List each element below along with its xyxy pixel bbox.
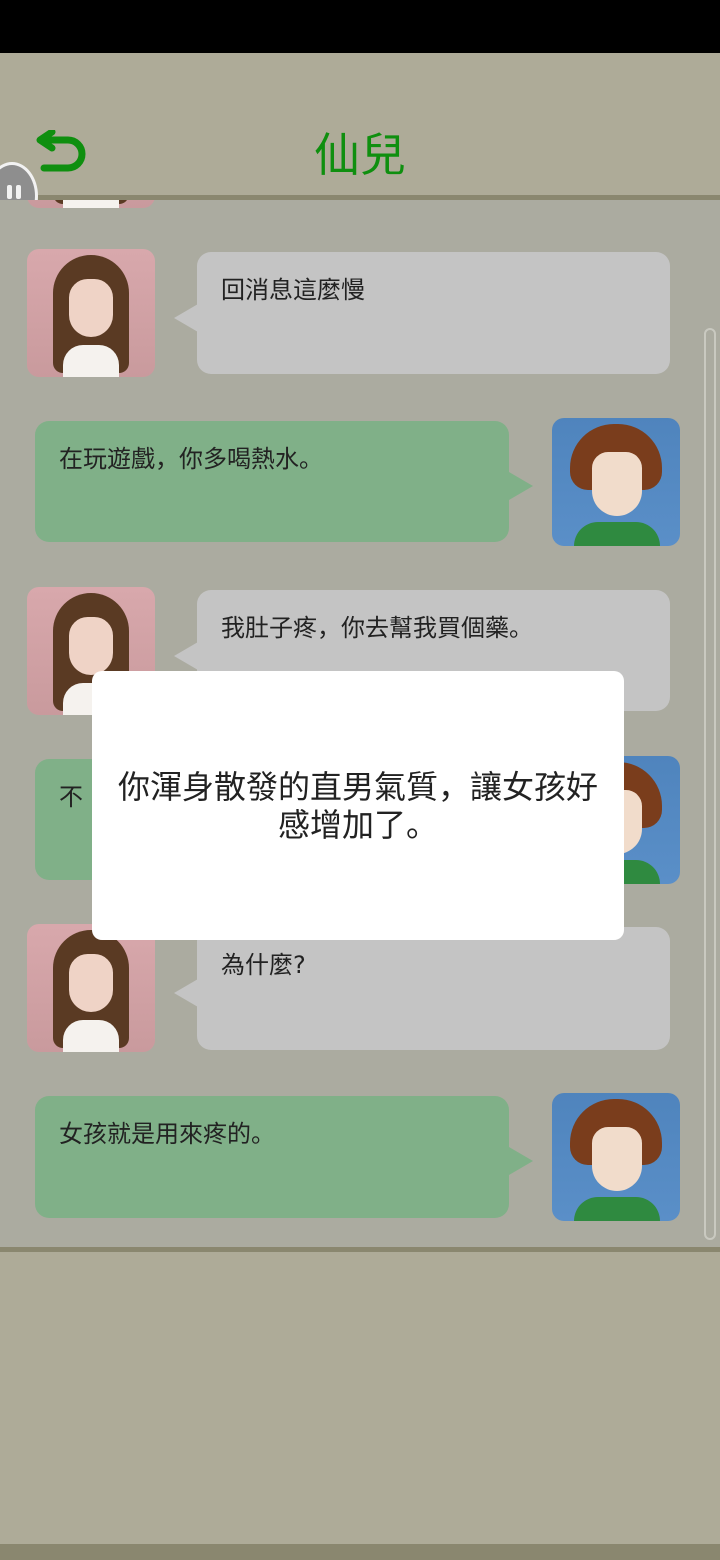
bottom-edge: [0, 1544, 720, 1560]
boy-avatar[interactable]: [552, 1093, 680, 1221]
girl-avatar-partial: [27, 200, 155, 208]
boy-avatar[interactable]: [552, 418, 680, 546]
girl-avatar[interactable]: [27, 924, 155, 1052]
message-bubble: 在玩遊戲，你多喝熱水。: [35, 421, 509, 542]
scrollbar[interactable]: [704, 328, 716, 1240]
pause-icon: [7, 185, 12, 199]
bubble-tail: [174, 304, 198, 332]
popup-message: 你渾身散發的直男氣質，讓女孩好感增加了。: [118, 767, 599, 844]
bubble-tail: [509, 472, 533, 500]
page-title: 仙兒: [314, 128, 406, 182]
bubble-tail: [174, 979, 198, 1007]
bubble-tail: [509, 1147, 533, 1175]
message-bubble: 女孩就是用來疼的。: [35, 1096, 509, 1218]
message-bubble: 為什麼?: [197, 927, 670, 1050]
bubble-tail: [174, 642, 198, 670]
girl-avatar[interactable]: [27, 249, 155, 377]
pause-icon-bar: [16, 185, 21, 199]
affection-popup[interactable]: 你渾身散發的直男氣質，讓女孩好感增加了。: [92, 671, 624, 940]
bottom-panel: [0, 1252, 720, 1544]
status-bar: [0, 0, 720, 53]
message-bubble: 回消息這麼慢: [197, 252, 670, 374]
